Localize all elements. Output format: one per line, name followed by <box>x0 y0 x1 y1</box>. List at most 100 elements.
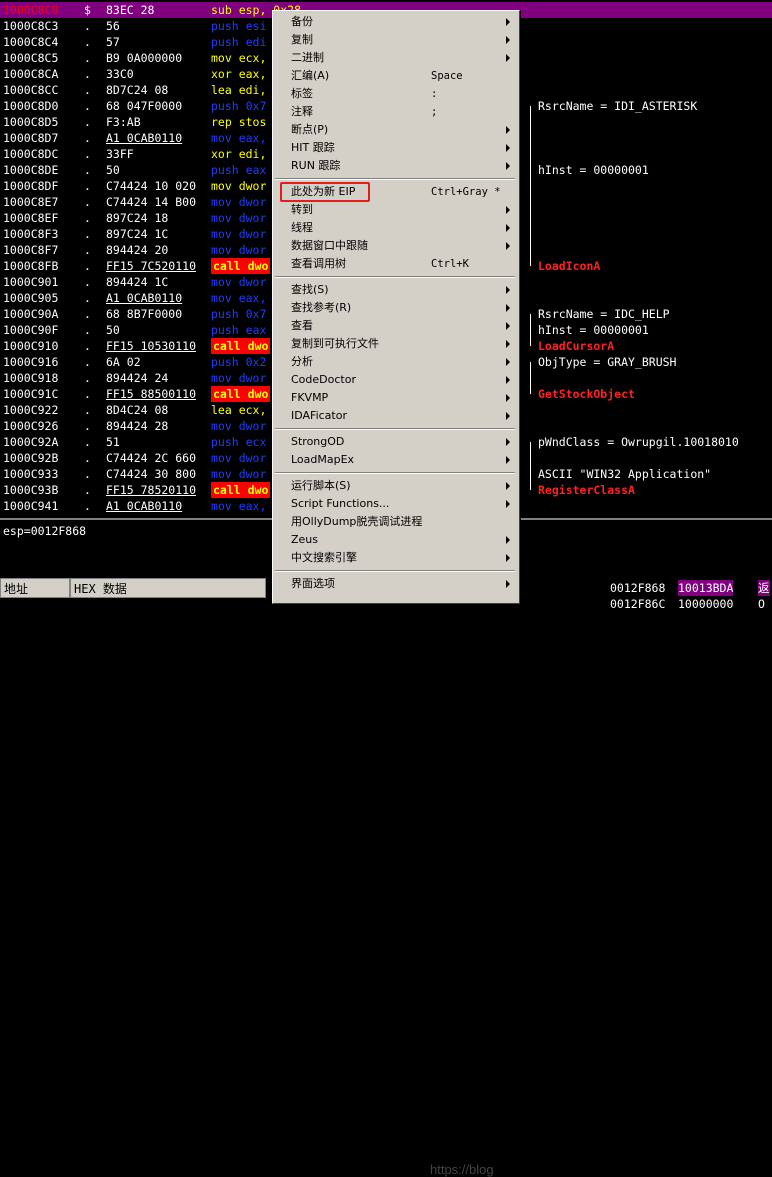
disasm-instruction: push 0x7 <box>211 99 267 113</box>
disasm-hex: C74424 30 800 <box>106 467 197 481</box>
disasm-instruction: mov dwor <box>211 243 267 257</box>
disasm-hex: 33C0 <box>106 67 134 81</box>
menu-item-label: RUN 跟踪 <box>291 159 341 172</box>
menu-item[interactable]: 转到 <box>273 201 519 219</box>
disasm-marker: . <box>84 371 91 385</box>
disasm-instruction: mov dwor <box>211 195 267 209</box>
menu-item-label: 界面选项 <box>291 577 335 590</box>
disasm-hex: 33FF <box>106 147 134 161</box>
submenu-arrow-icon <box>506 36 510 44</box>
disasm-address: 1000C941 <box>3 499 59 513</box>
submenu-arrow-icon <box>506 340 510 348</box>
menu-item[interactable]: 复制到可执行文件 <box>273 335 519 353</box>
disasm-address: 1000C910 <box>3 339 59 353</box>
menu-item[interactable]: 标签: <box>273 85 519 103</box>
menu-item-label: 查找(S) <box>291 283 329 296</box>
menu-item-label: 复制到可执行文件 <box>291 337 379 350</box>
menu-item[interactable]: LoadMapEx <box>273 451 519 469</box>
disasm-instruction: push esi <box>211 19 267 33</box>
disasm-marker: . <box>84 467 91 481</box>
disasm-instruction: call dwo <box>211 258 271 274</box>
submenu-arrow-icon <box>506 224 510 232</box>
menu-item[interactable]: 注释; <box>273 103 519 121</box>
menu-item-label: 用OllyDump脱壳调试进程 <box>291 515 423 528</box>
comment-bracket <box>530 442 537 490</box>
disasm-instruction: mov eax, <box>211 499 267 513</box>
menu-item-label: 复制 <box>291 33 313 46</box>
menu-item[interactable]: Zeus <box>273 531 519 549</box>
menu-item[interactable]: 线程 <box>273 219 519 237</box>
disasm-instruction: mov eax, <box>211 291 267 305</box>
menu-item[interactable]: 查找(S) <box>273 281 519 299</box>
menu-item[interactable]: FKVMP <box>273 389 519 407</box>
menu-item[interactable]: 分析 <box>273 353 519 371</box>
menu-item-label: 备份 <box>291 15 313 28</box>
menu-item[interactable]: 查看 <box>273 317 519 335</box>
menu-item[interactable]: 数据窗口中跟随 <box>273 237 519 255</box>
disasm-address: 1000C8C4 <box>3 35 59 49</box>
disasm-marker: . <box>84 131 91 145</box>
menu-item-label: 运行脚本(S) <box>291 479 351 492</box>
menu-item[interactable]: 界面选项 <box>273 575 519 593</box>
menu-item-label: IDAFicator <box>291 409 347 422</box>
menu-item[interactable]: 查找参考(R) <box>273 299 519 317</box>
disasm-instruction: push 0x2 <box>211 355 267 369</box>
info-text: esp=0012F868 <box>3 524 87 538</box>
disasm-hex: C74424 10 020 <box>106 179 197 193</box>
disasm-marker: . <box>84 291 91 305</box>
menu-item[interactable]: HIT 跟踪 <box>273 139 519 157</box>
menu-item[interactable]: Script Functions... <box>273 495 519 513</box>
disasm-marker: . <box>84 323 91 337</box>
menu-item[interactable]: CodeDoctor <box>273 371 519 389</box>
disasm-comment: hInst = 00000001 <box>538 323 649 337</box>
menu-item[interactable]: IDAFicator <box>273 407 519 425</box>
menu-item-label: Zeus <box>291 533 319 546</box>
disasm-marker: . <box>84 211 91 225</box>
disasm-hex: C74424 2C 660 <box>106 451 197 465</box>
menu-item-label: 分析 <box>291 355 313 368</box>
menu-item[interactable]: 中文搜索引擎 <box>273 549 519 567</box>
menu-item[interactable]: 二进制 <box>273 49 519 67</box>
disasm-instruction: mov dwor <box>211 227 267 241</box>
disasm-marker: . <box>84 115 91 129</box>
disasm-hex: FF15 7C520110 <box>106 259 197 273</box>
disasm-address: 1000C901 <box>3 275 59 289</box>
disasm-address: 1000C93B <box>3 483 59 497</box>
submenu-arrow-icon <box>506 438 510 446</box>
menu-item[interactable]: 备份 <box>273 13 519 31</box>
submenu-arrow-icon <box>506 304 510 312</box>
disasm-address: 1000C90A <box>3 307 59 321</box>
disasm-address: 1000C8F3 <box>3 227 59 241</box>
disasm-address: 1000C905 <box>3 291 59 305</box>
stack-row[interactable]: 0012F86C 10000000 O <box>578 596 772 612</box>
disasm-marker: $ <box>84 3 91 17</box>
disasm-marker: . <box>84 339 91 353</box>
disasm-address: 1000C8E7 <box>3 195 59 209</box>
menu-item[interactable]: RUN 跟踪 <box>273 157 519 175</box>
disasm-instruction: mov dwor <box>211 371 267 385</box>
submenu-arrow-icon <box>506 18 510 26</box>
disasm-address: 1000C8C0 <box>3 3 59 17</box>
menu-item[interactable]: 用OllyDump脱壳调试进程 <box>273 513 519 531</box>
context-menu[interactable]: 备份复制二进制 汇编(A) Space 标签: 注释; 断点(P) HIT 跟踪 RUN 跟踪… <box>272 10 520 604</box>
menu-separator <box>275 428 515 430</box>
menu-item-label: 断点(P) <box>291 123 329 136</box>
menu-item[interactable]: 复制 <box>273 31 519 49</box>
stack-comment: 返 <box>758 580 770 596</box>
disasm-instruction: mov dwor <box>211 467 267 481</box>
menu-item[interactable]: 查看调用树 Ctrl+K <box>273 255 519 273</box>
disasm-marker: . <box>84 163 91 177</box>
menu-item[interactable]: 运行脚本(S) <box>273 477 519 495</box>
menu-item[interactable]: 断点(P) <box>273 121 519 139</box>
stack-row[interactable]: 0012F868 10013BDA 返 <box>578 580 772 596</box>
disasm-address: 1000C8CC <box>3 83 59 97</box>
menu-item[interactable]: 汇编(A) Space <box>273 67 519 85</box>
submenu-arrow-icon <box>506 126 510 134</box>
submenu-arrow-icon <box>506 580 510 588</box>
dump-hex-header[interactable]: HEX 数据 <box>70 578 266 598</box>
dump-address-header[interactable]: 地址 <box>0 578 70 598</box>
disasm-address: 1000C8FB <box>3 259 59 273</box>
disasm-comment: RsrcName = IDC_HELP <box>538 307 670 321</box>
disasm-hex: 8D7C24 08 <box>106 83 169 97</box>
menu-item[interactable]: StrongOD <box>273 433 519 451</box>
